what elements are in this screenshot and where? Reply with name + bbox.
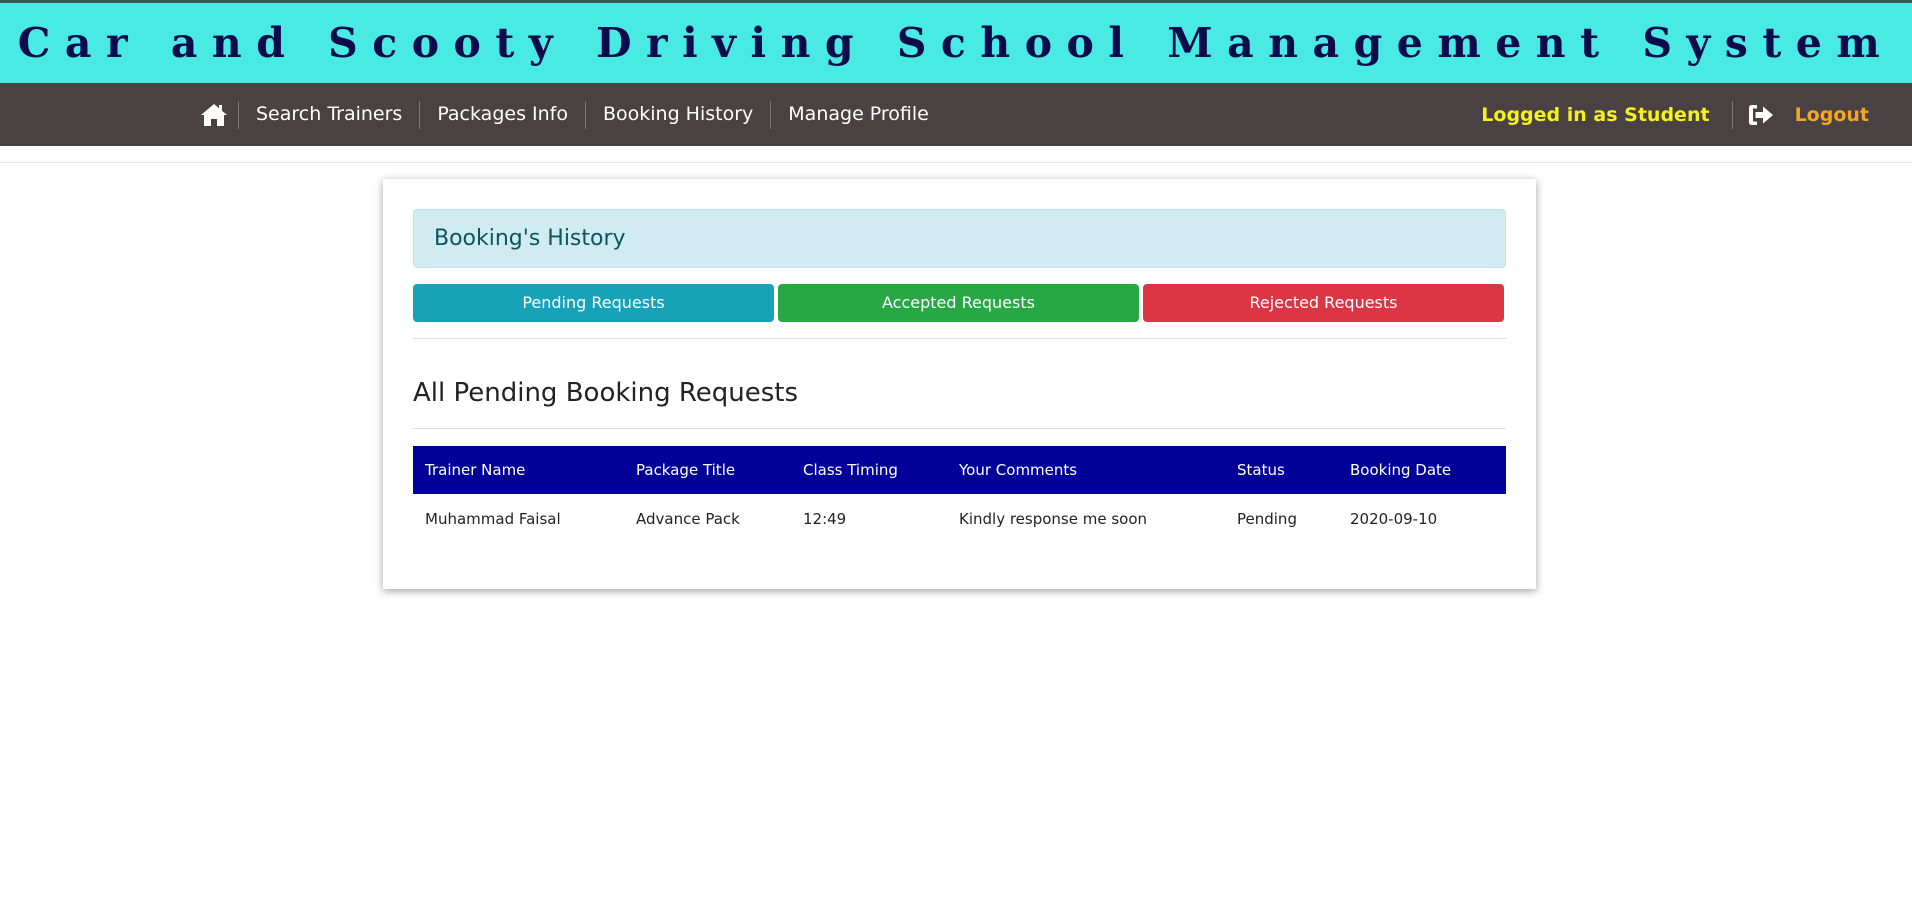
nav-manage-profile[interactable]: Manage Profile — [771, 83, 946, 146]
column-header-your-comments: Your Comments — [947, 446, 1225, 494]
column-header-booking-date: Booking Date — [1338, 446, 1506, 494]
title-divider — [413, 428, 1506, 429]
cell-class-timing: 12:49 — [803, 510, 847, 528]
nav-links: Search Trainers Packages Info Booking Hi… — [190, 83, 946, 146]
table-row: Muhammad Faisal Advance Pack 12:49 Kindl… — [413, 494, 1506, 544]
accepted-requests-button[interactable]: Accepted Requests — [778, 284, 1139, 322]
pending-requests-button[interactable]: Pending Requests — [413, 284, 774, 322]
logout-link[interactable]: Logout — [1777, 104, 1912, 126]
rejected-requests-button[interactable]: Rejected Requests — [1143, 284, 1504, 322]
column-header-trainer-name: Trainer Name — [413, 446, 624, 494]
nav-user-area: Logged in as Student Logout — [1459, 83, 1912, 146]
logged-in-status: Logged in as Student — [1481, 103, 1710, 126]
cell-trainer-name: Muhammad Faisal — [425, 510, 561, 528]
cell-package-title: Advance Pack — [636, 510, 740, 528]
booking-history-card: Booking's History Pending Requests Accep… — [383, 179, 1536, 589]
nav-search-trainers[interactable]: Search Trainers — [239, 83, 419, 146]
column-header-package-title: Package Title — [624, 446, 791, 494]
cell-booking-date: 2020-09-10 — [1350, 510, 1438, 528]
nav-separator — [1731, 100, 1733, 129]
cell-comments: Kindly response me soon — [959, 510, 1148, 528]
sign-out-icon[interactable] — [1745, 83, 1777, 146]
section-divider — [413, 338, 1506, 339]
home-icon — [201, 103, 227, 126]
site-title: Car and Scooty Driving School Management… — [17, 19, 1895, 67]
page-divider — [0, 162, 1912, 163]
nav-booking-history[interactable]: Booking History — [586, 83, 770, 146]
home-link[interactable] — [190, 83, 238, 146]
booking-history-alert: Booking's History — [413, 209, 1506, 268]
site-header: Car and Scooty Driving School Management… — [0, 3, 1912, 83]
table-header-row: Trainer Name Package Title Class Timing … — [413, 446, 1506, 494]
pending-requests-table: Trainer Name Package Title Class Timing … — [413, 446, 1506, 544]
main-navbar: Search Trainers Packages Info Booking Hi… — [0, 83, 1912, 146]
column-header-class-timing: Class Timing — [791, 446, 947, 494]
nav-packages-info[interactable]: Packages Info — [420, 83, 585, 146]
section-title: All Pending Booking Requests — [413, 378, 799, 408]
cell-status: Pending — [1237, 510, 1297, 528]
column-header-status: Status — [1225, 446, 1338, 494]
